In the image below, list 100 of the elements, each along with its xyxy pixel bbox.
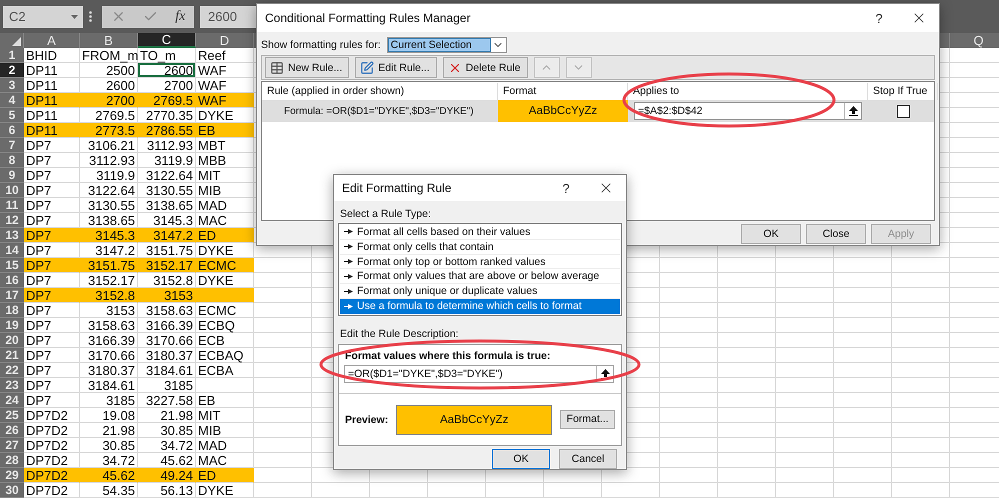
table-cell: 3153 bbox=[138, 288, 196, 303]
table-cell: 2600 bbox=[138, 63, 196, 78]
table-cell: ED bbox=[196, 228, 254, 243]
dialog-button[interactable]: Close bbox=[806, 224, 866, 244]
dialog-button[interactable]: Cancel bbox=[559, 449, 617, 469]
select-all-corner[interactable] bbox=[0, 33, 24, 48]
table-cell: DP7 bbox=[24, 228, 80, 243]
row-header[interactable]: 11 bbox=[0, 198, 24, 213]
arrow-icon bbox=[344, 304, 353, 309]
table-cell: DP7 bbox=[24, 288, 80, 303]
row-header[interactable]: 15 bbox=[0, 258, 24, 273]
window-title: Edit Formatting Rule bbox=[342, 181, 452, 195]
insert-function-button[interactable]: fx bbox=[175, 8, 186, 24]
collapse-button[interactable] bbox=[596, 366, 613, 382]
rule-type-item[interactable]: Format only values that are above or below average bbox=[340, 269, 620, 284]
row-header[interactable]: 24 bbox=[0, 393, 24, 408]
column-header[interactable]: A bbox=[24, 33, 80, 48]
formula-field[interactable]: =OR($D1="DYKE",$D3="DYKE") bbox=[344, 365, 614, 383]
arrow-up-icon bbox=[848, 106, 858, 116]
collapse-button[interactable] bbox=[844, 103, 861, 119]
row-header[interactable]: 30 bbox=[0, 483, 24, 498]
rule-type-item[interactable]: Format only cells that contain bbox=[340, 240, 620, 255]
row-header[interactable]: 27 bbox=[0, 438, 24, 453]
row-header[interactable]: 28 bbox=[0, 453, 24, 468]
preview-label: Preview: bbox=[345, 414, 388, 426]
format-preview: AaBbCcYyZz bbox=[498, 100, 628, 122]
row-header[interactable]: 2 bbox=[0, 63, 24, 78]
corner-triangle-icon bbox=[12, 37, 21, 46]
table-cell: 3147.2 bbox=[138, 228, 196, 243]
pencil-icon bbox=[360, 60, 374, 74]
table-cell: 2773.5 bbox=[80, 123, 138, 138]
help-button[interactable]: ? bbox=[546, 180, 586, 196]
row-header[interactable]: 20 bbox=[0, 333, 24, 348]
row-header[interactable]: 12 bbox=[0, 213, 24, 228]
arrow-up-icon bbox=[600, 369, 610, 379]
column-header[interactable]: D bbox=[196, 33, 254, 48]
row-header[interactable]: 10 bbox=[0, 183, 24, 198]
column-header[interactable]: Q bbox=[950, 33, 999, 48]
help-button[interactable]: ? bbox=[859, 10, 899, 26]
table-cell: 3145.3 bbox=[80, 228, 138, 243]
row-header[interactable]: 17 bbox=[0, 288, 24, 303]
table-cell: DP11 bbox=[24, 93, 80, 108]
toolbar-button[interactable]: Delete Rule bbox=[442, 57, 528, 78]
dialog-button[interactable]: OK bbox=[492, 449, 550, 469]
column-header[interactable]: C bbox=[138, 33, 196, 48]
table-cell: DP7D2 bbox=[24, 468, 80, 483]
rule-type-item[interactable]: Use a formula to determine which cells to format bbox=[340, 299, 620, 314]
column-header[interactable]: B bbox=[80, 33, 138, 48]
rule-type-item[interactable]: Format only top or bottom ranked values bbox=[340, 254, 620, 270]
toolbar-button[interactable]: New Rule... bbox=[265, 57, 350, 78]
applies-to-field[interactable]: =$A$2:$D$42 bbox=[634, 102, 862, 120]
format-button[interactable]: Format... bbox=[560, 410, 615, 429]
arrow-icon bbox=[344, 288, 353, 294]
row-header[interactable]: 14 bbox=[0, 243, 24, 258]
rule-row[interactable]: Formula: =OR($D1="DYKE",$D3="DYKE") AaBbCcYyZz =$A$2:$D$42 bbox=[262, 100, 934, 122]
rule-type-item[interactable]: Format all cells based on their values bbox=[340, 225, 620, 240]
section-label: Select a Rule Type: bbox=[340, 208, 432, 220]
row-header[interactable]: 19 bbox=[0, 318, 24, 333]
table-cell: DP7 bbox=[24, 258, 80, 273]
row-header[interactable]: 6 bbox=[0, 123, 24, 138]
table-cell: 2786.55 bbox=[138, 123, 196, 138]
row-header[interactable]: 13 bbox=[0, 228, 24, 243]
table-cell: WAF bbox=[196, 93, 254, 108]
table-cell: 49.24 bbox=[138, 468, 196, 483]
dialog-button[interactable]: OK bbox=[741, 224, 801, 244]
table-cell: 2700 bbox=[80, 93, 138, 108]
more-icon bbox=[89, 11, 92, 22]
row-header[interactable]: 1 bbox=[0, 48, 24, 63]
window-title: Conditional Formatting Rules Manager bbox=[265, 11, 472, 25]
arrow-icon bbox=[344, 229, 353, 234]
format-preview: AaBbCcYyZz bbox=[396, 404, 552, 434]
row-header[interactable]: 29 bbox=[0, 468, 24, 483]
row-header[interactable]: 22 bbox=[0, 363, 24, 378]
row-header[interactable]: 21 bbox=[0, 348, 24, 363]
scope-dropdown[interactable]: Current Selection bbox=[386, 36, 507, 52]
row-header[interactable]: 9 bbox=[0, 168, 24, 183]
row-header[interactable]: 18 bbox=[0, 303, 24, 318]
table-cell: 3152.17 bbox=[138, 258, 196, 273]
table-cell: ECMC bbox=[196, 258, 254, 273]
row-header[interactable]: 25 bbox=[0, 408, 24, 423]
name-box[interactable]: C2 bbox=[3, 6, 83, 28]
stop-if-true-checkbox[interactable] bbox=[896, 104, 910, 118]
row-header[interactable]: 3 bbox=[0, 78, 24, 93]
row-header[interactable]: 5 bbox=[0, 108, 24, 123]
field-label: Show formatting rules for: bbox=[261, 38, 381, 50]
rule-type-item[interactable]: Format only unique or duplicate values bbox=[340, 284, 620, 300]
row-header[interactable]: 7 bbox=[0, 138, 24, 153]
toolbar-button[interactable]: Edit Rule... bbox=[355, 57, 437, 78]
caret-icon bbox=[71, 14, 78, 18]
row-header[interactable]: 16 bbox=[0, 273, 24, 288]
row-header[interactable]: 8 bbox=[0, 153, 24, 168]
table-cell: EB bbox=[196, 123, 254, 138]
row-header[interactable]: 23 bbox=[0, 378, 24, 393]
table-cell: 2769.5 bbox=[138, 93, 196, 108]
table-cell: FROM_m bbox=[80, 48, 138, 63]
rule-text: Formula: =OR($D1="DYKE",$D3="DYKE") bbox=[283, 106, 475, 116]
row-header[interactable]: 4 bbox=[0, 93, 24, 108]
table-cell: 3151.75 bbox=[80, 258, 138, 273]
table-cell: ED bbox=[196, 468, 254, 483]
row-header[interactable]: 26 bbox=[0, 423, 24, 438]
